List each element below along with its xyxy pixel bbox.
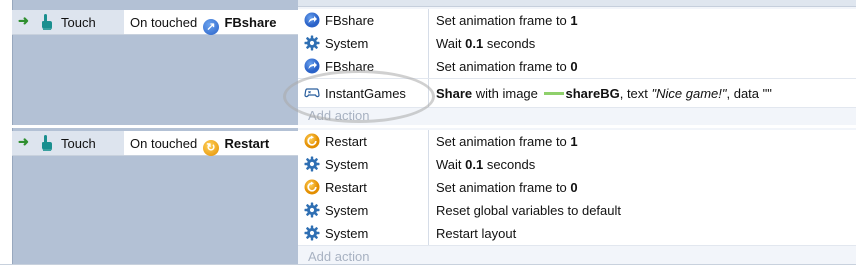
action-param: Wait bbox=[436, 157, 466, 172]
action-param: shareBG bbox=[565, 86, 620, 101]
condition-description-prefix: On touched bbox=[130, 136, 198, 151]
action-description-text: Set animation frame to 1 bbox=[436, 13, 578, 28]
condition-object-name: Restart bbox=[224, 136, 270, 151]
action-row[interactable]: System Restart layout bbox=[298, 222, 856, 246]
gear-icon bbox=[304, 225, 320, 241]
action-object-name: FBshare bbox=[325, 13, 375, 28]
action-param: 0.1 bbox=[465, 157, 484, 172]
action-param: "Nice game!" bbox=[651, 86, 727, 101]
action-object-cell[interactable]: FBshare bbox=[298, 55, 429, 78]
action-object-cell[interactable]: Restart bbox=[298, 130, 429, 153]
action-description-text: Set animation frame to 0 bbox=[436, 59, 578, 74]
action-param: 1 bbox=[570, 134, 578, 149]
action-param: Set animation frame to bbox=[436, 13, 571, 28]
action-object-name: System bbox=[325, 157, 369, 172]
action-object-name: System bbox=[325, 226, 369, 241]
action-row[interactable]: Restart Set animation frame to 0 bbox=[298, 176, 856, 200]
action-object-cell[interactable]: System bbox=[298, 32, 429, 55]
action-param: 1 bbox=[570, 13, 578, 28]
action-param: 0.1 bbox=[465, 36, 484, 51]
touch-icon bbox=[42, 14, 52, 30]
action-description[interactable]: Set animation frame to 0 bbox=[429, 55, 856, 78]
action-description-text: Reset global variables to default bbox=[436, 203, 621, 218]
action-row[interactable]: FBshare Set animation frame to 0 bbox=[298, 55, 856, 79]
action-description[interactable]: Share with image shareBG, text "Nice gam… bbox=[429, 79, 856, 102]
action-description[interactable]: Set animation frame to 0 bbox=[429, 176, 856, 199]
action-object-name: InstantGames bbox=[325, 86, 406, 101]
gamepad-icon bbox=[304, 88, 320, 98]
restart-icon bbox=[304, 133, 320, 149]
action-description[interactable]: Wait 0.1 seconds bbox=[429, 32, 856, 55]
action-description-text: Restart layout bbox=[436, 226, 516, 241]
condition-row[interactable]: ➜ Touch On touched ↻ Restart bbox=[12, 131, 298, 156]
action-description[interactable]: Wait 0.1 seconds bbox=[429, 153, 856, 176]
action-param: 0 bbox=[570, 180, 578, 195]
action-object-cell[interactable]: InstantGames bbox=[298, 79, 429, 107]
action-object-name: System bbox=[325, 203, 369, 218]
action-description[interactable]: Restart layout bbox=[429, 222, 856, 245]
action-object-name: System bbox=[325, 36, 369, 51]
action-description[interactable]: Set animation frame to 1 bbox=[429, 9, 856, 32]
action-row[interactable]: FBshare Set animation frame to 1 bbox=[298, 9, 856, 33]
fbshare-icon: ↗ bbox=[202, 19, 219, 35]
arrow-icon: ➜ bbox=[18, 13, 29, 28]
action-object-cell[interactable]: Restart bbox=[298, 176, 429, 199]
condition-object-cell[interactable]: ➜ Touch bbox=[12, 131, 125, 155]
condition-description-prefix: On touched bbox=[130, 15, 198, 30]
condition-object-cell[interactable]: ➜ Touch bbox=[12, 10, 125, 34]
action-object-name: Restart bbox=[325, 180, 367, 195]
action-description-text: Set animation frame to 0 bbox=[436, 180, 578, 195]
action-param: Set animation frame to bbox=[436, 134, 571, 149]
action-object-name: Restart bbox=[325, 134, 367, 149]
action-param: Reset global variables to default bbox=[436, 203, 622, 218]
action-param: Wait bbox=[436, 36, 466, 51]
action-param: Share bbox=[436, 86, 473, 101]
action-row[interactable]: System Wait 0.1 seconds bbox=[298, 32, 856, 56]
action-param: seconds bbox=[483, 36, 536, 51]
action-param: seconds bbox=[483, 157, 536, 172]
action-description[interactable]: Reset global variables to default bbox=[429, 199, 856, 222]
action-description-text: Share with image shareBG, text "Nice gam… bbox=[436, 86, 772, 101]
action-row[interactable]: InstantGames Share with image shareBG, te… bbox=[298, 79, 856, 108]
restart-icon: ↻ bbox=[202, 140, 219, 156]
action-param: , text bbox=[619, 86, 652, 101]
add-action-link[interactable]: Add action bbox=[308, 108, 369, 123]
action-description-text: Wait 0.1 seconds bbox=[436, 36, 535, 51]
previous-event-strip bbox=[298, 0, 856, 7]
action-description[interactable]: Set animation frame to 1 bbox=[429, 130, 856, 153]
action-object-name: FBshare bbox=[325, 59, 375, 74]
condition-description[interactable]: On touched ↻ Restart bbox=[124, 131, 298, 156]
divider bbox=[0, 264, 856, 265]
gear-icon bbox=[304, 156, 320, 172]
action-row[interactable]: System Reset global variables to default bbox=[298, 199, 856, 223]
action-param: Set animation frame to bbox=[436, 59, 571, 74]
condition-row[interactable]: ➜ Touch On touched ↗ FBshare bbox=[12, 10, 298, 35]
action-param: , data "" bbox=[726, 86, 772, 101]
touch-icon bbox=[42, 135, 52, 151]
action-param: Set animation frame to bbox=[436, 180, 571, 195]
condition-name: Touch bbox=[61, 15, 96, 30]
condition-description[interactable]: On touched ↗ FBshare bbox=[124, 10, 298, 35]
action-object-cell[interactable]: System bbox=[298, 199, 429, 222]
gear-icon bbox=[304, 202, 320, 218]
image-swatch-icon bbox=[543, 92, 564, 95]
action-description-text: Set animation frame to 1 bbox=[436, 134, 578, 149]
action-param: 0 bbox=[570, 59, 578, 74]
condition-object-name: FBshare bbox=[224, 15, 277, 30]
action-param: Restart layout bbox=[436, 226, 517, 241]
fbshare-icon bbox=[304, 12, 320, 28]
restart-icon bbox=[304, 179, 320, 195]
action-row[interactable]: System Wait 0.1 seconds bbox=[298, 153, 856, 177]
action-param: with image bbox=[472, 86, 542, 101]
arrow-icon: ➜ bbox=[18, 134, 29, 149]
condition-name: Touch bbox=[61, 136, 96, 151]
action-object-cell[interactable]: FBshare bbox=[298, 9, 429, 32]
add-action-link[interactable]: Add action bbox=[308, 249, 369, 264]
action-row[interactable]: Restart Set animation frame to 1 bbox=[298, 130, 856, 154]
action-description-text: Wait 0.1 seconds bbox=[436, 157, 535, 172]
fbshare-icon bbox=[304, 58, 320, 74]
action-object-cell[interactable]: System bbox=[298, 222, 429, 245]
gear-icon bbox=[304, 35, 320, 51]
action-object-cell[interactable]: System bbox=[298, 153, 429, 176]
